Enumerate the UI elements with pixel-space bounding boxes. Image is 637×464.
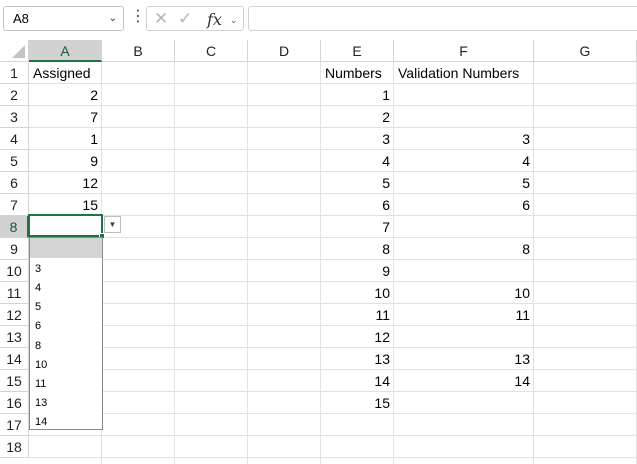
chevron-down-icon[interactable]: ⌄ — [230, 15, 238, 26]
cell-e8[interactable]: 7 — [321, 216, 394, 238]
cell-e15[interactable]: 14 — [321, 370, 394, 392]
gridline — [29, 457, 637, 458]
gridline — [29, 435, 637, 436]
insert-function-icon[interactable]: fx — [207, 10, 222, 29]
gridline — [247, 62, 248, 464]
chevron-down-icon[interactable]: ⌄ — [109, 7, 117, 30]
cell-e16[interactable]: 15 — [321, 392, 394, 414]
row-header-18[interactable]: 18 — [0, 436, 29, 458]
column-header-g[interactable]: G — [534, 40, 637, 62]
cell-e11[interactable]: 10 — [321, 282, 394, 304]
validation-dropdown-list: 3 4 5 6 8 10 11 13 14 — [29, 237, 103, 430]
select-all-icon — [12, 45, 25, 58]
name-box-value: A8 — [13, 11, 29, 26]
dropdown-option[interactable]: 13 — [35, 397, 47, 409]
cell-e14[interactable]: 13 — [321, 348, 394, 370]
cell-f9[interactable]: 8 — [394, 238, 534, 260]
cell-a7[interactable]: 15 — [29, 194, 102, 216]
row-header-10[interactable]: 10 — [0, 260, 29, 282]
cell-f12[interactable]: 11 — [394, 304, 534, 326]
cell-e6[interactable]: 5 — [321, 172, 394, 194]
row-header-8[interactable]: 8 — [0, 216, 29, 238]
dropdown-option[interactable]: 3 — [35, 263, 41, 275]
column-header-e[interactable]: E — [321, 40, 394, 62]
row-header-15[interactable]: 15 — [0, 370, 29, 392]
cell-e2[interactable]: 1 — [321, 84, 394, 106]
cell-a5[interactable]: 9 — [29, 150, 102, 172]
cell-e7[interactable]: 6 — [321, 194, 394, 216]
cell-f1[interactable]: Validation Numbers — [394, 62, 594, 84]
highlighted-option — [30, 238, 102, 258]
row-header-11[interactable]: 11 — [0, 282, 29, 304]
cell-a1[interactable]: Assigned — [29, 62, 229, 84]
formula-actions: ✕ ✓ fx ⌄ — [146, 6, 244, 31]
dropdown-option[interactable]: 6 — [35, 320, 41, 332]
row-header-16[interactable]: 16 — [0, 392, 29, 414]
cell-e9[interactable]: 8 — [321, 238, 394, 260]
dropdown-option[interactable]: 10 — [35, 359, 47, 371]
name-box[interactable]: A8 ⌄ — [3, 6, 124, 31]
row-header-5[interactable]: 5 — [0, 150, 29, 172]
cell-e12[interactable]: 11 — [321, 304, 394, 326]
select-all-button[interactable] — [0, 40, 29, 62]
column-header-d[interactable]: D — [248, 40, 321, 62]
row-header-6[interactable]: 6 — [0, 172, 29, 194]
cell-a3[interactable]: 7 — [29, 106, 102, 128]
column-header-f[interactable]: F — [394, 40, 534, 62]
cell-f7[interactable]: 6 — [394, 194, 534, 216]
formula-bar: A8 ⌄ ⋮ ✕ ✓ fx ⌄ — [0, 0, 637, 40]
column-header-a[interactable]: A — [29, 40, 102, 62]
gridline — [174, 62, 175, 464]
cell-e4[interactable]: 3 — [321, 128, 394, 150]
cell-f15[interactable]: 14 — [394, 370, 534, 392]
row-header-12[interactable]: 12 — [0, 304, 29, 326]
row-header-13[interactable]: 13 — [0, 326, 29, 348]
cell-f4[interactable]: 3 — [394, 128, 534, 150]
row-header-17[interactable]: 17 — [0, 414, 29, 436]
cell-f6[interactable]: 5 — [394, 172, 534, 194]
row-header-7[interactable]: 7 — [0, 194, 29, 216]
cell-e3[interactable]: 2 — [321, 106, 394, 128]
cell-f14[interactable]: 13 — [394, 348, 534, 370]
row-header-1[interactable]: 1 — [0, 62, 29, 84]
cancel-icon[interactable]: ✕ — [154, 9, 168, 29]
cell-e5[interactable]: 4 — [321, 150, 394, 172]
dropdown-arrow-button[interactable]: ▼ — [104, 216, 121, 233]
dropdown-option[interactable]: 14 — [35, 416, 47, 428]
formula-input[interactable] — [248, 6, 637, 31]
dropdown-option[interactable]: 4 — [35, 282, 41, 294]
cell-e13[interactable]: 12 — [321, 326, 394, 348]
cell-a6[interactable]: 12 — [29, 172, 102, 194]
dropdown-option[interactable]: 11 — [35, 378, 46, 390]
row-header-9[interactable]: 9 — [0, 238, 29, 260]
row-header-14[interactable]: 14 — [0, 348, 29, 370]
column-header-b[interactable]: B — [102, 40, 175, 62]
cell-f11[interactable]: 10 — [394, 282, 534, 304]
column-header-c[interactable]: C — [175, 40, 248, 62]
row-header-3[interactable]: 3 — [0, 106, 29, 128]
cell-e10[interactable]: 9 — [321, 260, 394, 282]
dropdown-option[interactable]: 8 — [35, 340, 41, 352]
row-header-4[interactable]: 4 — [0, 128, 29, 150]
check-icon[interactable]: ✓ — [178, 9, 192, 29]
gridline — [533, 62, 534, 464]
row-header-2[interactable]: 2 — [0, 84, 29, 106]
dropdown-option[interactable]: 5 — [35, 301, 41, 313]
cell-a2[interactable]: 2 — [29, 84, 102, 106]
active-cell[interactable] — [28, 214, 105, 239]
cell-f5[interactable]: 4 — [394, 150, 534, 172]
more-options-icon[interactable]: ⋮ — [130, 9, 146, 25]
cell-a4[interactable]: 1 — [29, 128, 102, 150]
